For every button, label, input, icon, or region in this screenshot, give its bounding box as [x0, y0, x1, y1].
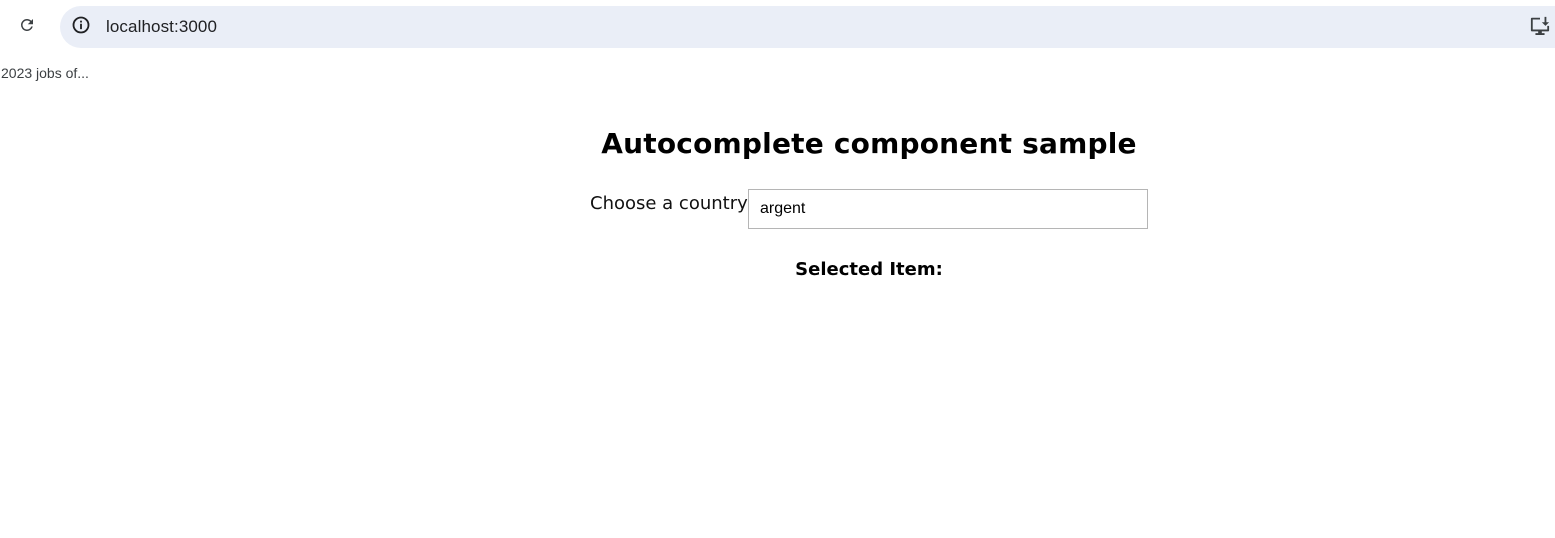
country-label: Choose a country:	[590, 193, 753, 214]
browser-toolbar: localhost:3000	[0, 0, 1555, 54]
info-icon	[71, 15, 91, 39]
reload-button[interactable]	[13, 13, 41, 41]
bookmark-item[interactable]: 2023 jobs of...	[1, 64, 89, 82]
country-input[interactable]	[748, 189, 1148, 229]
site-info-button[interactable]	[68, 14, 94, 40]
install-app-icon	[1529, 15, 1551, 39]
url-text[interactable]: localhost:3000	[106, 16, 217, 38]
address-bar[interactable]: localhost:3000	[60, 6, 1555, 48]
reload-icon	[18, 16, 36, 38]
page-title: Autocomplete component sample	[601, 127, 1137, 160]
install-app-button[interactable]	[1527, 15, 1553, 39]
selected-item-label: Selected Item:	[795, 259, 943, 280]
